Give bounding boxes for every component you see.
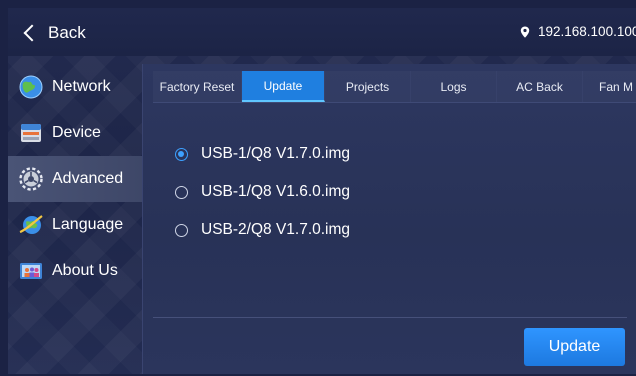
sidebar-item-label: Language bbox=[52, 216, 124, 233]
update-option[interactable]: USB-2/Q8 V1.7.0.img bbox=[175, 211, 350, 249]
update-button[interactable]: Update bbox=[524, 328, 625, 366]
device-cabinet-icon bbox=[21, 124, 41, 142]
update-option-label: USB-1/Q8 V1.6.0.img bbox=[201, 183, 351, 200]
radio-button[interactable] bbox=[175, 223, 188, 237]
tab-fan[interactable]: Fan M bbox=[583, 71, 636, 102]
radio-button-selected[interactable] bbox=[175, 147, 188, 161]
language-globe-icon bbox=[19, 215, 43, 234]
update-file-list: USB-1/Q8 V1.7.0.img USB-1/Q8 V1.6.0.img … bbox=[175, 135, 350, 249]
app-frame: Back 192.168.100.100 Network Device Adva… bbox=[8, 8, 636, 374]
tab-factory-reset[interactable]: Factory Reset bbox=[153, 71, 242, 102]
back-label: Back bbox=[48, 23, 86, 42]
tab-logs[interactable]: Logs bbox=[411, 71, 497, 102]
update-option[interactable]: USB-1/Q8 V1.6.0.img bbox=[175, 173, 350, 211]
sidebar-item-label: Network bbox=[52, 78, 111, 95]
update-option-label: USB-2/Q8 V1.7.0.img bbox=[201, 221, 351, 238]
update-option-label: USB-1/Q8 V1.7.0.img bbox=[201, 145, 351, 162]
gear-icon bbox=[19, 167, 43, 191]
globe-network-icon bbox=[19, 75, 43, 99]
about-us-icon bbox=[20, 263, 42, 279]
tab-update[interactable]: Update bbox=[242, 71, 325, 102]
update-option[interactable]: USB-1/Q8 V1.7.0.img bbox=[175, 135, 350, 173]
tab-bar: Factory Reset Update Projects Logs AC Ba… bbox=[153, 71, 636, 103]
ip-address-indicator: 192.168.100.100 bbox=[520, 24, 636, 39]
sidebar: Network Device Advanced Language About U… bbox=[8, 64, 142, 294]
divider bbox=[153, 317, 627, 318]
sidebar-item-label: Device bbox=[52, 124, 101, 141]
tab-ac-back[interactable]: AC Back bbox=[497, 71, 583, 102]
sidebar-item-language[interactable]: Language bbox=[8, 202, 142, 248]
advanced-panel: Factory Reset Update Projects Logs AC Ba… bbox=[142, 64, 636, 374]
chevron-left-icon bbox=[23, 24, 41, 42]
sidebar-item-label: About Us bbox=[52, 262, 118, 279]
radio-button[interactable] bbox=[175, 185, 188, 199]
sidebar-item-label: Advanced bbox=[52, 170, 124, 187]
ip-address-text: 192.168.100.100 bbox=[538, 24, 636, 39]
sidebar-item-about-us[interactable]: About Us bbox=[8, 248, 142, 294]
sidebar-item-advanced[interactable]: Advanced bbox=[8, 156, 142, 202]
back-button[interactable]: Back bbox=[22, 20, 86, 46]
sidebar-item-device[interactable]: Device bbox=[8, 110, 142, 156]
sidebar-item-network[interactable]: Network bbox=[8, 64, 142, 110]
location-pin-icon bbox=[520, 26, 530, 38]
tab-projects[interactable]: Projects bbox=[325, 71, 411, 102]
top-bar: Back 192.168.100.100 bbox=[8, 8, 636, 56]
